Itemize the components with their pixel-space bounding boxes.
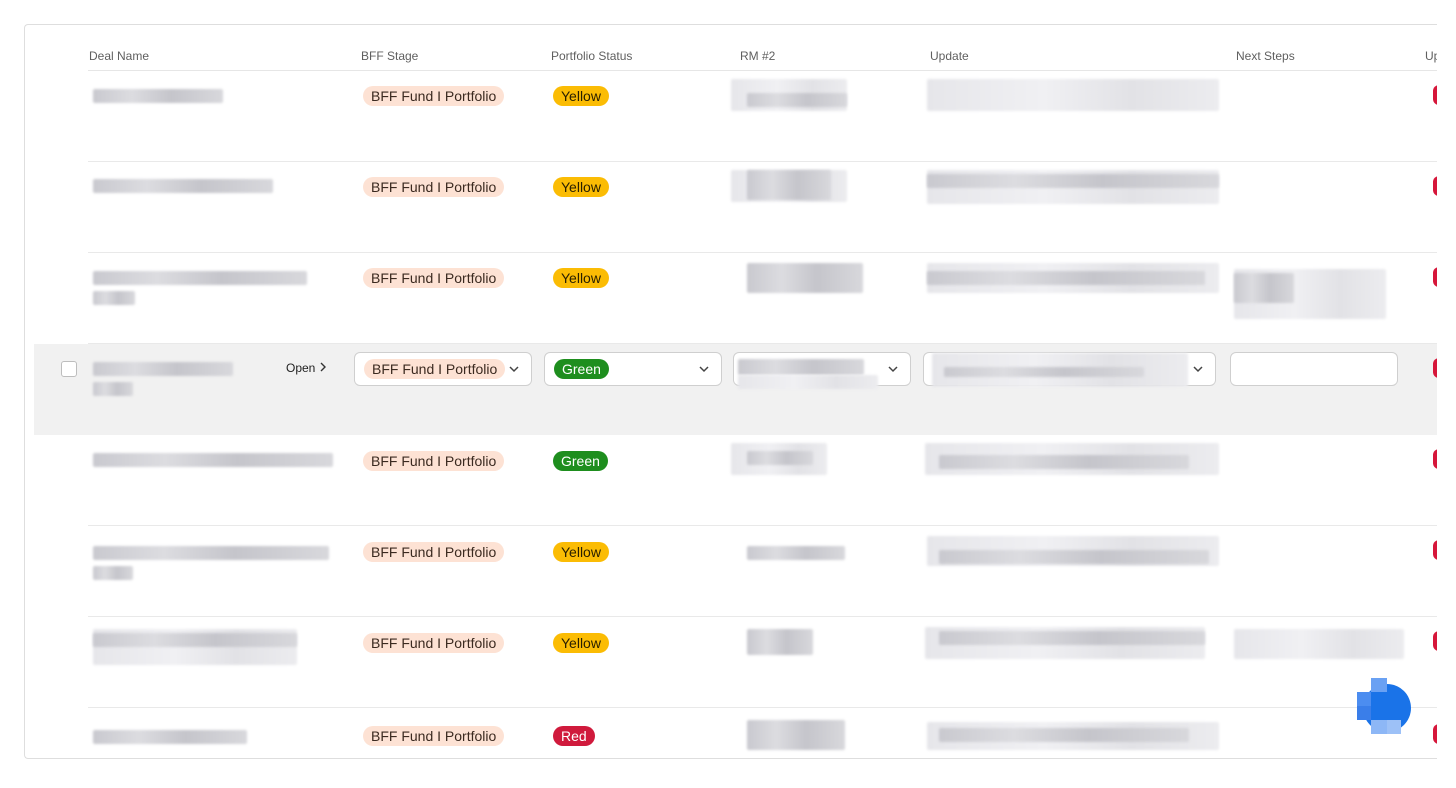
portfolio-status-pill: Yellow bbox=[553, 177, 609, 197]
col-header-portfolio-status[interactable]: Portfolio Status bbox=[551, 49, 632, 63]
update-redacted bbox=[927, 79, 1219, 111]
deal-name-redacted bbox=[93, 179, 273, 193]
bff-stage-pill: BFF Fund I Portfolio bbox=[363, 86, 505, 106]
bff-stage-pill: BFF Fund I Portfolio bbox=[363, 268, 505, 288]
rm2-dropdown[interactable] bbox=[733, 352, 911, 389]
bff-stage-pill: BFF Fund I Portfolio bbox=[363, 726, 505, 746]
col-header-deal-name[interactable]: Deal Name bbox=[89, 49, 149, 63]
rm2-redacted bbox=[738, 375, 878, 389]
update-badge bbox=[1433, 358, 1437, 378]
update-dropdown[interactable] bbox=[923, 352, 1216, 387]
rm2-redacted bbox=[747, 629, 813, 655]
deal-name-redacted bbox=[93, 633, 297, 647]
bff-stage-pill: BFF Fund I Portfolio bbox=[363, 633, 505, 653]
portfolio-status-pill: Yellow bbox=[553, 268, 609, 288]
table-row[interactable]: BFF Fund I Portfolio Green bbox=[25, 435, 1437, 526]
update-redacted bbox=[939, 550, 1209, 564]
rm2-redacted bbox=[747, 263, 863, 293]
open-label: Open bbox=[286, 361, 316, 375]
portfolio-status-pill: Yellow bbox=[553, 86, 609, 106]
update-badge bbox=[1433, 449, 1437, 469]
rm2-redacted bbox=[747, 451, 813, 465]
portfolio-status-pill: Yellow bbox=[553, 633, 609, 653]
deal-name-redacted bbox=[93, 566, 133, 580]
open-record-button[interactable]: Open bbox=[286, 361, 327, 375]
update-redacted bbox=[927, 174, 1219, 188]
rm2-redacted bbox=[747, 170, 831, 200]
bff-stage-pill: BFF Fund I Portfolio bbox=[363, 177, 505, 197]
rm2-redacted bbox=[738, 359, 864, 375]
update-redacted bbox=[927, 271, 1205, 285]
bff-stage-pill: BFF Fund I Portfolio bbox=[363, 451, 505, 471]
update-badge bbox=[1433, 85, 1437, 105]
bff-stage-dropdown[interactable]: BFF Fund I Portfolio bbox=[354, 352, 532, 386]
portfolio-status-pill: Green bbox=[553, 451, 608, 471]
deal-name-redacted bbox=[93, 271, 307, 285]
chevron-right-icon bbox=[319, 361, 327, 375]
col-header-rm2[interactable]: RM #2 bbox=[740, 49, 775, 63]
next-steps-input[interactable] bbox=[1230, 352, 1398, 386]
update-badge bbox=[1433, 176, 1437, 196]
update-redacted bbox=[939, 728, 1189, 742]
next-steps-redacted bbox=[1234, 629, 1404, 659]
next-steps-redacted bbox=[1234, 273, 1294, 303]
chevron-down-icon bbox=[507, 362, 521, 376]
portfolio-status-pill: Yellow bbox=[553, 542, 609, 562]
col-header-truncated[interactable]: Up bbox=[1425, 49, 1437, 63]
deal-name-redacted bbox=[93, 89, 223, 103]
table-row-selected[interactable]: Open BFF Fund I Portfolio Green bbox=[34, 344, 1437, 435]
table-row[interactable]: BFF Fund I Portfolio Yellow bbox=[25, 617, 1437, 708]
update-badge bbox=[1433, 724, 1437, 744]
deals-table: Deal Name BFF Stage Portfolio Status RM … bbox=[24, 24, 1437, 759]
table-row[interactable]: BFF Fund I Portfolio Yellow bbox=[25, 71, 1437, 162]
update-badge bbox=[1433, 267, 1437, 287]
table-row[interactable]: BFF Fund I Portfolio Yellow bbox=[25, 253, 1437, 344]
deal-name-redacted bbox=[93, 382, 133, 396]
deal-name-redacted bbox=[93, 730, 247, 744]
table-row[interactable]: BFF Fund I Portfolio Yellow bbox=[25, 526, 1437, 617]
col-header-next-steps[interactable]: Next Steps bbox=[1236, 49, 1295, 63]
table-row[interactable]: BFF Fund I Portfolio Red bbox=[25, 708, 1437, 758]
bff-stage-pill: BFF Fund I Portfolio bbox=[363, 542, 505, 562]
deal-name-redacted bbox=[93, 453, 333, 467]
rm2-redacted bbox=[747, 546, 845, 560]
update-badge bbox=[1433, 540, 1437, 560]
deal-name-redacted bbox=[93, 362, 233, 376]
update-redacted bbox=[939, 455, 1189, 469]
deal-name-redacted bbox=[93, 546, 329, 560]
update-badge bbox=[1433, 631, 1437, 651]
chevron-down-icon bbox=[886, 362, 900, 376]
col-header-update[interactable]: Update bbox=[930, 49, 969, 63]
deal-name-redacted bbox=[93, 291, 135, 305]
chevron-down-icon bbox=[697, 362, 711, 376]
portfolio-status-dropdown[interactable]: Green bbox=[544, 352, 722, 386]
portfolio-status-pill: Red bbox=[553, 726, 595, 746]
col-header-bff-stage[interactable]: BFF Stage bbox=[361, 49, 418, 63]
update-redacted bbox=[939, 631, 1205, 645]
table-header: Deal Name BFF Stage Portfolio Status RM … bbox=[25, 25, 1437, 71]
update-redacted bbox=[944, 367, 1144, 377]
portfolio-status-pill: Green bbox=[554, 359, 609, 379]
rm2-redacted bbox=[747, 93, 847, 107]
bff-stage-pill: BFF Fund I Portfolio bbox=[364, 359, 506, 379]
table-row[interactable]: BFF Fund I Portfolio Yellow bbox=[25, 162, 1437, 253]
chevron-down-icon bbox=[1191, 362, 1205, 376]
row-checkbox[interactable] bbox=[61, 361, 77, 377]
rm2-redacted bbox=[747, 720, 845, 750]
app-launcher-icon[interactable] bbox=[1357, 678, 1413, 734]
